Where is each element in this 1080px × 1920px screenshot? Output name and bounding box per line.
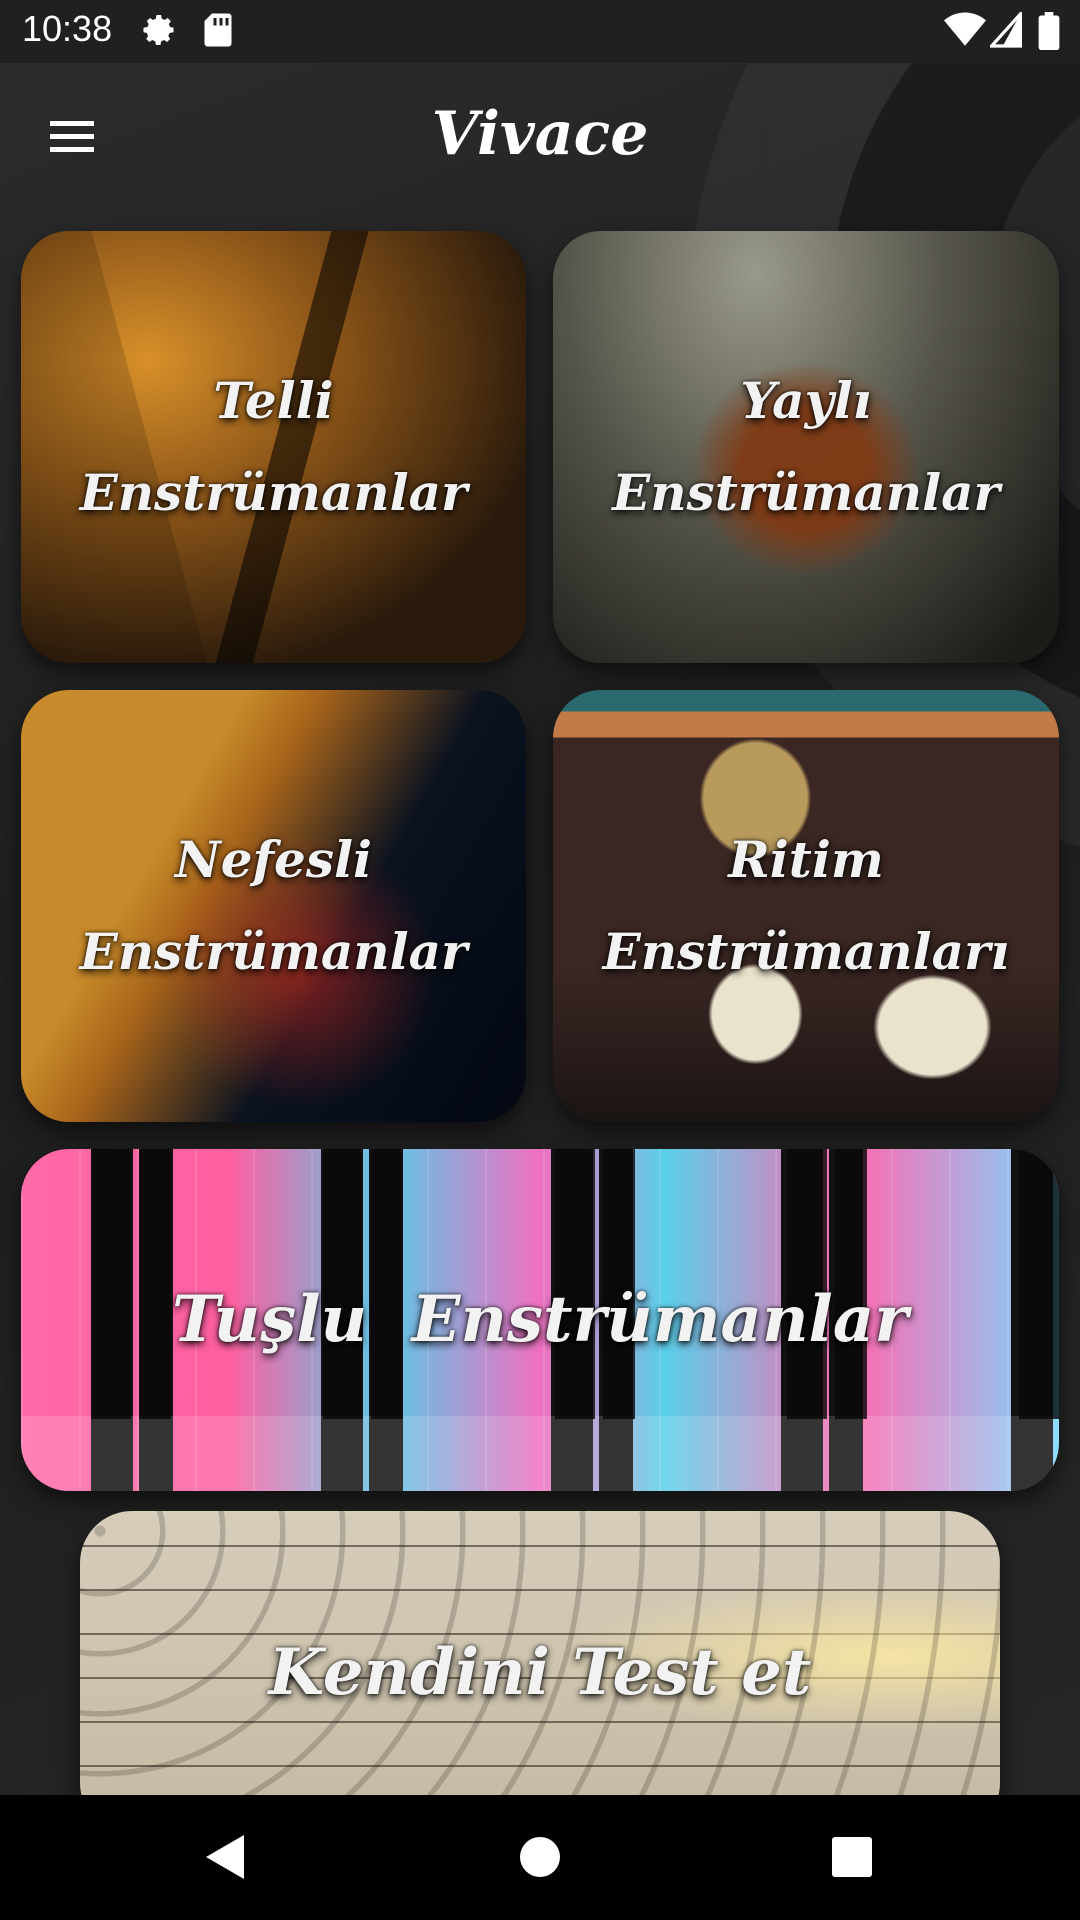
sd-card-icon <box>202 12 234 52</box>
toolbar: Vivace <box>0 63 1080 213</box>
wifi-icon <box>944 12 986 52</box>
status-time: 10:38 <box>22 8 113 49</box>
tile-label: Yaylı Enstrümanlar <box>612 371 1000 522</box>
tile-label: Kendini Test et <box>268 1635 812 1710</box>
gear-icon <box>142 12 178 52</box>
back-icon[interactable] <box>196 1827 256 1887</box>
tile-label: Ritim Enstrümanları <box>602 830 1010 981</box>
tile-label: Nefesli Enstrümanlar <box>79 830 468 981</box>
status-bar: 10:38 <box>0 0 1080 63</box>
home-icon[interactable] <box>510 1827 570 1887</box>
self-test-button[interactable]: Kendini Test et <box>80 1511 1000 1835</box>
recents-icon[interactable] <box>822 1827 882 1887</box>
tile-label: Tuşlu Enstrümanlar <box>171 1282 909 1357</box>
category-tile-yayli[interactable]: Yaylı Enstrümanlar <box>553 231 1059 663</box>
signal-icon <box>988 9 1022 52</box>
tile-label: Telli Enstrümanlar <box>79 371 468 522</box>
category-tile-nefesli[interactable]: Nefesli Enstrümanlar <box>21 690 526 1122</box>
category-tile-tuslu[interactable]: Tuşlu Enstrümanlar <box>21 1149 1059 1491</box>
app-title: Vivace <box>431 99 649 169</box>
battery-icon <box>1038 12 1060 54</box>
category-tile-telli[interactable]: Telli Enstrümanlar <box>21 231 526 663</box>
navigation-bar <box>0 1795 1080 1920</box>
category-tile-ritim[interactable]: Ritim Enstrümanları <box>553 690 1059 1122</box>
main-screen: Vivace Telli Enstrümanlar Yaylı Enstrüma… <box>0 63 1080 1835</box>
